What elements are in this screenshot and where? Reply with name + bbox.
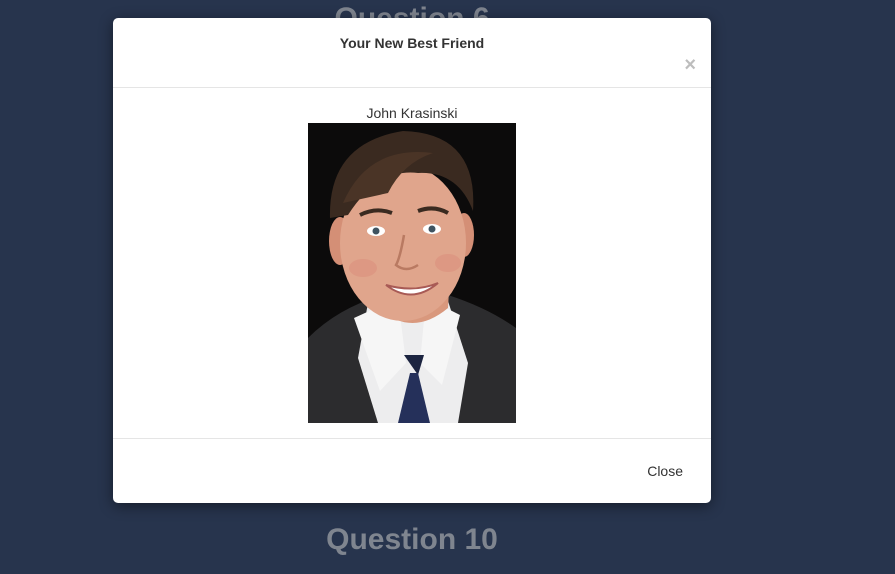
close-button[interactable]: Close bbox=[647, 463, 683, 479]
best-friend-modal: Your New Best Friend × John Krasinski Cl… bbox=[113, 18, 711, 503]
close-icon[interactable]: × bbox=[684, 55, 696, 75]
modal-header: Your New Best Friend × bbox=[113, 18, 711, 88]
modal-title: Your New Best Friend bbox=[339, 35, 485, 51]
person-name: John Krasinski bbox=[366, 105, 458, 121]
portrait-photo bbox=[308, 123, 516, 423]
portrait-illustration bbox=[308, 123, 516, 423]
background-question-heading-10: Question 10 bbox=[326, 523, 498, 556]
modal-body: John Krasinski bbox=[113, 88, 711, 439]
modal-footer: Close bbox=[113, 438, 711, 503]
